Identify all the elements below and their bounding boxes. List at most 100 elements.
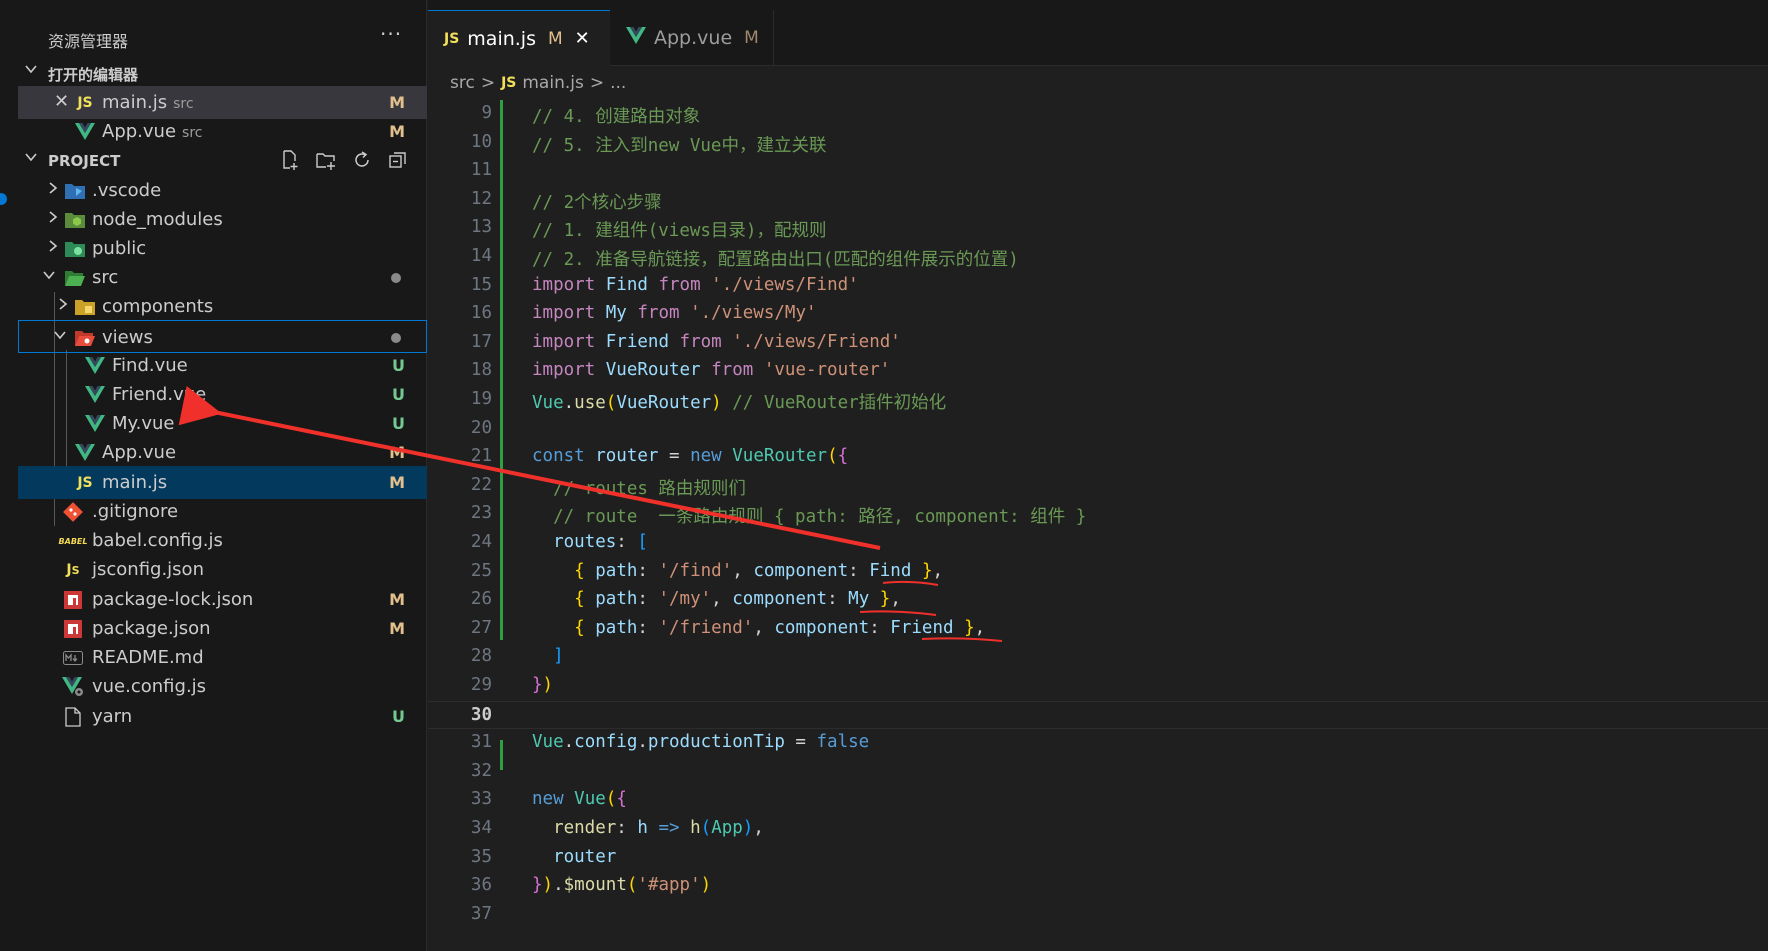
tree-item-label: components <box>102 296 214 317</box>
vue-icon <box>74 121 96 143</box>
line-number: 28 <box>470 646 492 667</box>
tree-item-components[interactable]: components <box>18 290 427 323</box>
tab-main-js[interactable]: JS main.js M ✕ <box>428 10 610 66</box>
chevron-down-icon <box>54 331 66 340</box>
chevron-right-icon <box>59 298 68 310</box>
tree-item-label: babel.config.js <box>92 530 223 551</box>
tree-item-vue-config[interactable]: vue.config.js <box>18 670 427 703</box>
tree-item-jsconfig[interactable]: JS jsconfig.json <box>18 553 427 586</box>
code-line[interactable]: 25 { path: '/find', component: Find }, <box>428 558 1768 586</box>
tree-item-label: package.json <box>92 618 211 639</box>
line-number: 29 <box>470 675 492 695</box>
new-folder-icon[interactable] <box>315 149 337 171</box>
close-icon[interactable]: ✕ <box>54 91 69 112</box>
line-number: 34 <box>470 818 492 838</box>
code-line[interactable]: 28 ] <box>428 643 1768 671</box>
code-line[interactable]: 21 const router = new VueRouter({ <box>428 443 1768 471</box>
open-editor-label: App.vue src <box>102 121 203 142</box>
code-line[interactable]: 13 // 1. 建组件(views目录)，配规则 <box>428 214 1768 242</box>
code-line[interactable]: 11 <box>428 157 1768 185</box>
code-line[interactable]: 33 new Vue({ <box>428 786 1768 814</box>
git-status-badge: M <box>389 122 405 141</box>
chevron-right-icon: > <box>480 73 496 93</box>
notification-badge[interactable] <box>0 193 7 205</box>
code-line[interactable]: 24 routes: [ <box>428 529 1768 557</box>
code-line[interactable]: 36}).$mount('#app') <box>428 872 1768 900</box>
line-number: 20 <box>470 417 492 438</box>
explorer-title: 资源管理器 <box>48 32 129 51</box>
breadcrumb-folder[interactable]: src <box>450 73 475 93</box>
chevron-down-icon <box>24 150 38 168</box>
code-line[interactable]: 20 <box>428 415 1768 443</box>
line-number: 27 <box>470 617 492 638</box>
code-text: routes: [ <box>553 532 648 552</box>
code-line[interactable]: 12 // 2个核心步骤 <box>428 186 1768 214</box>
line-number: 35 <box>470 846 492 867</box>
line-number: 15 <box>470 274 492 295</box>
code-line[interactable]: 15 import Find from './views/Find' <box>428 272 1768 300</box>
code-line[interactable]: 29}) <box>428 672 1768 700</box>
chevron-right-icon: > <box>589 73 605 93</box>
code-line[interactable]: 35 router <box>428 844 1768 872</box>
code-line[interactable]: 30 <box>428 700 1768 729</box>
code-line[interactable]: 10 // 5. 注入到new Vue中，建立关联 <box>428 129 1768 157</box>
project-header[interactable]: PROJECT <box>18 146 427 176</box>
code-line[interactable]: 34 render: h => h(App), <box>428 815 1768 843</box>
npm-icon <box>62 618 84 640</box>
code-text: ] <box>553 646 564 667</box>
code-text: // routes 路由规则们 <box>553 478 746 499</box>
vue-icon <box>84 355 106 377</box>
code-line[interactable]: 37 <box>428 901 1768 929</box>
new-file-icon[interactable] <box>279 149 301 171</box>
code-line[interactable]: 14 // 2. 准备导航链接，配置路由出口(匹配的组件展示的位置) <box>428 243 1768 271</box>
breadcrumb-symbol[interactable]: ... <box>610 73 626 93</box>
code-line[interactable]: 16 import My from './views/My' <box>428 300 1768 328</box>
more-actions-icon[interactable]: ··· <box>380 22 402 46</box>
breadcrumb-file[interactable]: main.js <box>522 73 583 93</box>
open-editor-item-app-vue[interactable]: App.vue src M <box>18 115 427 148</box>
code-text: router <box>553 846 617 867</box>
tree-item-yarn[interactable]: yarn U <box>18 700 427 733</box>
code-line[interactable]: 17 import Friend from './views/Friend' <box>428 329 1768 357</box>
git-status-badge: M <box>389 590 405 609</box>
line-number: 33 <box>470 789 492 810</box>
tab-app-vue[interactable]: App.vue M <box>610 10 774 66</box>
vue-icon <box>74 442 96 464</box>
git-status-badge: U <box>392 356 405 375</box>
code-line[interactable]: 23 // route 一条路由规则 { path: 路径, component… <box>428 500 1768 528</box>
collapse-all-icon[interactable] <box>387 149 409 171</box>
js-icon: JS <box>77 95 93 111</box>
code-text: // 5. 注入到new Vue中，建立关联 <box>532 135 827 156</box>
tree-item-label: vue.config.js <box>92 676 207 697</box>
code-line[interactable]: 22 // routes 路由规则们 <box>428 472 1768 500</box>
code-line[interactable]: 18 import VueRouter from 'vue-router' <box>428 357 1768 385</box>
folder-vscode-icon <box>64 180 86 202</box>
code-line[interactable]: 32 <box>428 758 1768 786</box>
tree-item-label: .vscode <box>92 180 162 201</box>
open-editors-header[interactable]: 打开的编辑器 <box>18 58 427 88</box>
tab-bar: JS main.js M ✕ App.vue M <box>428 0 1768 66</box>
code-line[interactable]: 9 // 4. 创建路由对象 <box>428 100 1768 128</box>
code-text: Vue.use(VueRouter) // VueRouter插件初始化 <box>532 393 947 413</box>
code-line[interactable]: 27 { path: '/friend', component: Friend … <box>428 615 1768 643</box>
git-status-badge: U <box>392 707 405 726</box>
refresh-icon[interactable] <box>351 149 373 171</box>
code-line[interactable]: 31 Vue.config.productionTip = false <box>428 729 1768 757</box>
line-number: 26 <box>470 589 492 610</box>
jsconfig-icon: JS <box>66 562 80 578</box>
code-text: new Vue({ <box>532 789 627 810</box>
folder-views-open-icon <box>74 327 96 349</box>
tree-item-app-vue[interactable]: App.vue M <box>18 436 427 469</box>
tree-item-label: package-lock.json <box>92 589 254 610</box>
line-number: 31 <box>470 732 492 753</box>
code-line[interactable]: 26 { path: '/my', component: My }, <box>428 586 1768 614</box>
code-text: render: h => h(App), <box>553 818 764 838</box>
tab-modified-badge: M <box>744 28 759 48</box>
tree-item-label: public <box>92 238 147 259</box>
line-number: 25 <box>470 560 492 581</box>
line-number: 16 <box>470 303 492 324</box>
folder-src-open-icon <box>64 267 86 289</box>
code-line[interactable]: 19 Vue.use(VueRouter) // VueRouter插件初始化 <box>428 386 1768 414</box>
code-text: { path: '/my', component: My }, <box>574 589 901 610</box>
close-icon[interactable]: ✕ <box>575 28 590 49</box>
